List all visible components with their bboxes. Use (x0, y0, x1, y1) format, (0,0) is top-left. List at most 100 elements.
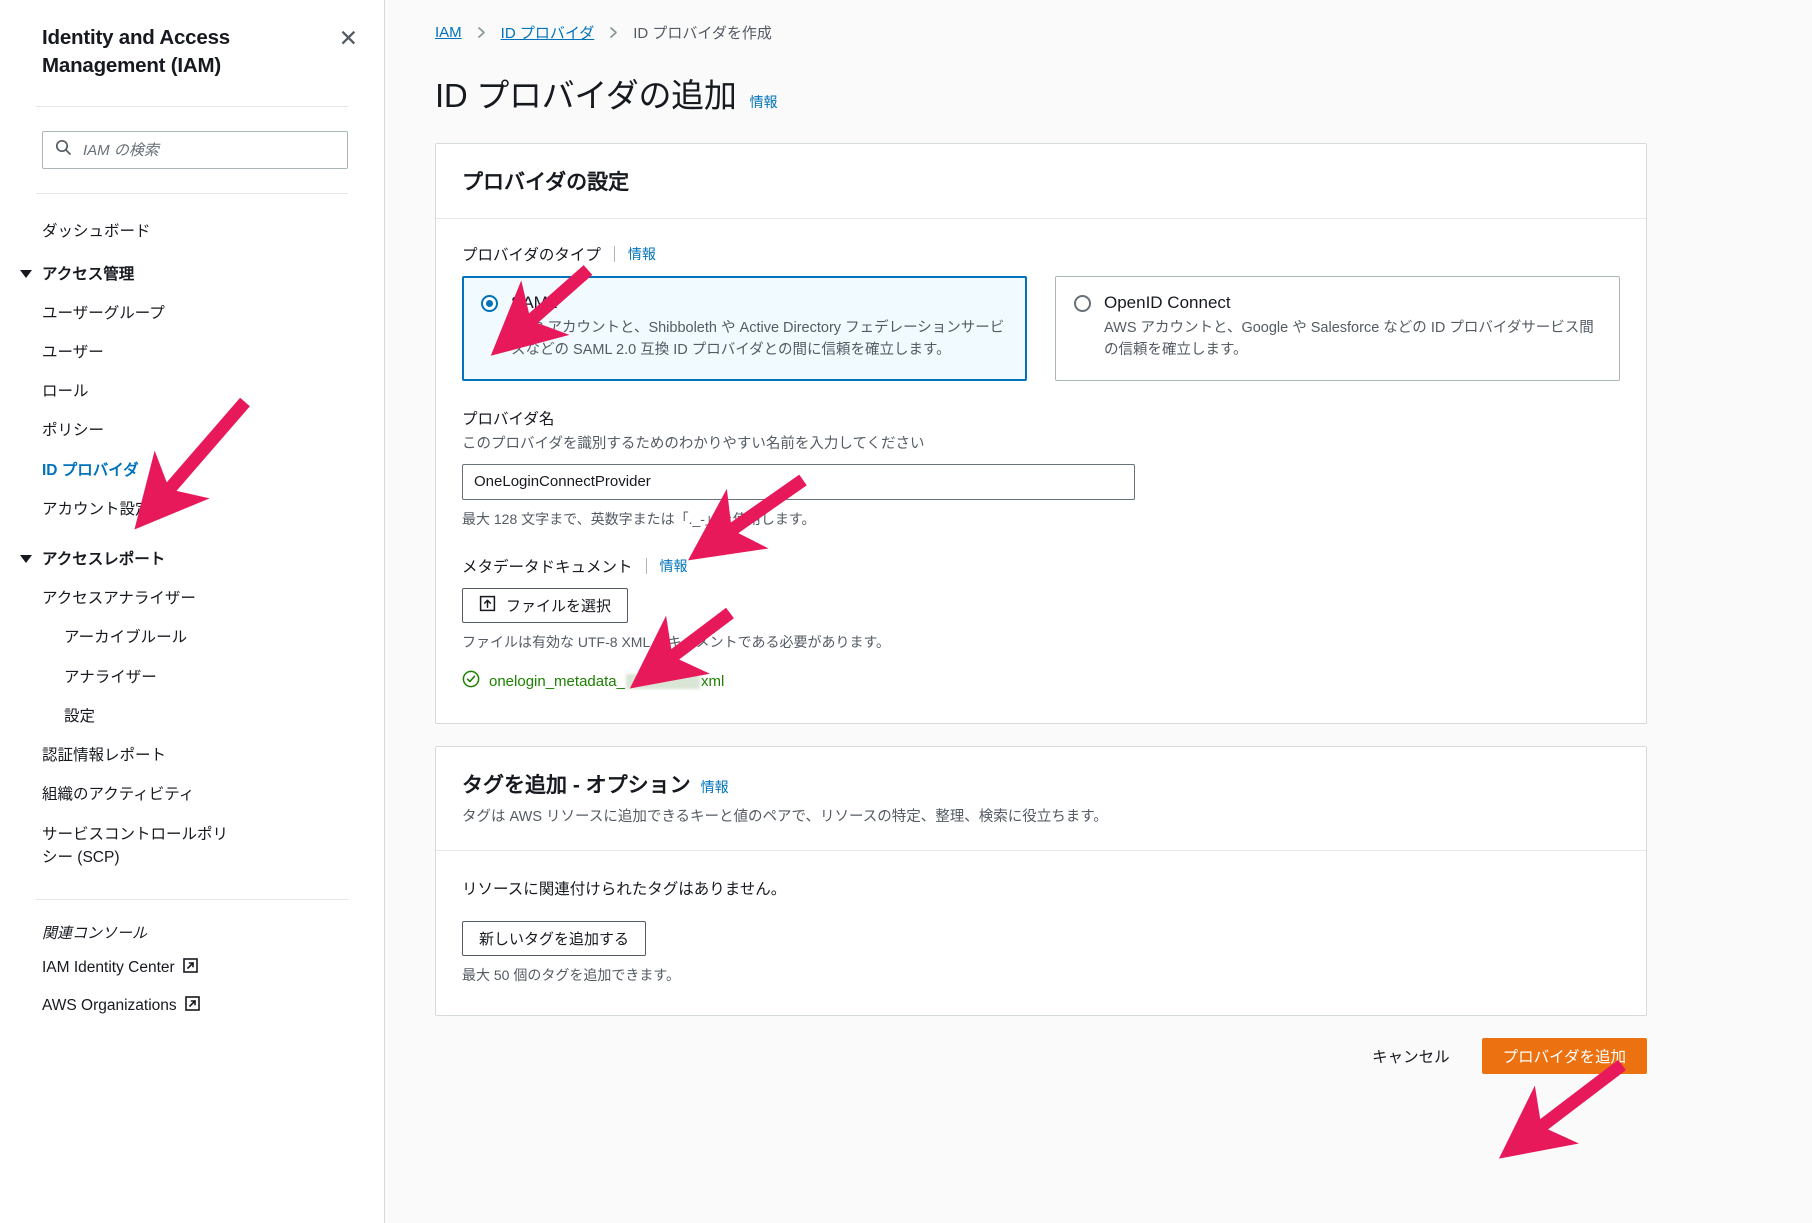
uploaded-file-prefix: onelogin_metadata_ (489, 672, 625, 690)
iam-add-identity-provider-page: Identity and Access Management (IAM) ✕ ダ… (0, 0, 1812, 1223)
breadcrumb-item-iam[interactable]: IAM (435, 24, 462, 41)
sidebar-item-policies[interactable]: ポリシー (0, 411, 384, 450)
sidebar-item-archive-rules[interactable]: アーカイブルール (0, 618, 384, 657)
chevron-down-icon (20, 269, 32, 278)
choose-file-button[interactable]: ファイルを選択 (462, 587, 629, 623)
breadcrumb-item-current: ID プロバイダを作成 (633, 25, 772, 42)
sidebar-item-dashboard[interactable]: ダッシュボード (0, 212, 384, 251)
divider (645, 557, 647, 574)
external-link-icon (184, 996, 200, 1016)
sidebar-item-identity-providers[interactable]: ID プロバイダ (0, 451, 384, 490)
sidebar-item-settings[interactable]: 設定 (0, 697, 384, 736)
sidebar-item-credential-report[interactable]: 認証情報レポート (0, 736, 384, 775)
sidebar-item-organization-activity[interactable]: 組織のアクティビティ (0, 775, 384, 814)
search-input[interactable] (83, 141, 335, 159)
chevron-right-icon (475, 26, 488, 39)
sidebar-nav: ダッシュボード アクセス管理 ユーザーグループ ユーザー ロール ポリシー ID… (0, 194, 384, 877)
oidc-option-header: OpenID Connect (1074, 293, 1601, 313)
metadata-label-row: メタデータドキュメント 情報 (462, 555, 1620, 577)
provider-type-option-oidc[interactable]: OpenID Connect AWS アカウントと、Google や Sales… (1055, 276, 1620, 381)
oidc-option-label: OpenID Connect (1104, 293, 1231, 312)
choose-file-label: ファイルを選択 (506, 597, 612, 615)
provider-name-note: 最大 128 文字まで、英数字または「._-」を使用します。 (462, 510, 816, 527)
oidc-option-description: AWS アカウントと、Google や Salesforce などの ID プロ… (1104, 320, 1594, 358)
search-icon (55, 139, 72, 161)
tags-card-header: タグを追加 - オプション 情報 タグは AWS リソースに追加できるキーと値の… (436, 746, 1646, 851)
metadata-note: ファイルは有効な UTF-8 XML ドキュメントである必要があります。 (462, 633, 891, 650)
sidebar-item-users[interactable]: ユーザー (0, 333, 384, 372)
tags-empty-message: リソースに関連付けられたタグはありません。 (462, 880, 787, 898)
sidebar-header: Identity and Access Management (IAM) ✕ (0, 0, 384, 79)
provider-card-body: プロバイダのタイプ 情報 SAML AWS アカウントと、Shibboleth … (436, 219, 1646, 723)
add-provider-label: プロバイダを追加 (1502, 1048, 1626, 1066)
page-title: ID プロバイダの追加 (435, 77, 737, 114)
page-header: ID プロバイダの追加 情報 (385, 69, 1812, 117)
footer-actions: キャンセル プロバイダを追加 (435, 1037, 1647, 1104)
add-new-tag-label: 新しいタグを追加する (479, 930, 630, 948)
main-content: IAM ID プロバイダ ID プロバイダを作成 ID プロバイダの追加 情報 … (385, 0, 1812, 1223)
sidebar-item-access-analyzer[interactable]: アクセスアナライザー (0, 579, 384, 618)
add-provider-button[interactable]: プロバイダを追加 (1481, 1037, 1647, 1074)
related-consoles-title: 関連コンソール (42, 925, 148, 943)
tags-title-row: タグを追加 - オプション 情報 (462, 769, 1620, 799)
divider (613, 246, 615, 262)
sidebar-group-access-management[interactable]: アクセス管理 (0, 252, 384, 294)
provider-configuration-card: プロバイダの設定 プロバイダのタイプ 情報 SAML AWS アカウントと、Sh… (435, 143, 1647, 724)
metadata-document-field: メタデータドキュメント 情報 ファイルを選択 ファイルは有効な UTF-8 XM… (462, 555, 1620, 693)
tags-card-body: リソースに関連付けられたタグはありません。 新しいタグを追加する 最大 50 個… (436, 851, 1646, 1015)
sidebar-item-analyzers[interactable]: アナライザー (0, 658, 384, 697)
sidebar-title: Identity and Access Management (IAM) (42, 26, 230, 77)
cancel-button[interactable]: キャンセル (1358, 1038, 1464, 1074)
search-box[interactable] (42, 131, 348, 170)
provider-name-hint: このプロバイダを識別するためのわかりやすい名前を入力してください (462, 435, 925, 452)
provider-name-input[interactable] (462, 463, 1135, 500)
tags-limit-note: 最大 50 個のタグを追加できます。 (462, 966, 680, 983)
metadata-label: メタデータドキュメント (462, 558, 633, 576)
metadata-info-link[interactable]: 情報 (660, 556, 688, 576)
upload-icon (479, 595, 496, 616)
tags-info-link[interactable]: 情報 (701, 777, 729, 797)
tags-card: タグを追加 - オプション 情報 タグは AWS リソースに追加できるキーと値の… (435, 745, 1647, 1016)
tags-card-description: タグは AWS リソースに追加できるキーと値のペアで、リソースの特定、整理、検索… (462, 808, 1108, 825)
external-link-icon (182, 958, 198, 978)
provider-type-label: プロバイダのタイプ (462, 247, 601, 264)
saml-option-description: AWS アカウントと、Shibboleth や Active Directory… (511, 320, 1005, 358)
provider-card-header: プロバイダの設定 (436, 144, 1646, 219)
sidebar-search-wrapper (0, 107, 384, 170)
page-info-link[interactable]: 情報 (750, 92, 778, 112)
sidebar-item-roles[interactable]: ロール (0, 372, 384, 411)
oidc-radio-button[interactable] (1074, 294, 1091, 312)
close-icon[interactable]: ✕ (339, 27, 358, 50)
sidebar-item-service-control-policies[interactable]: サービスコントロールポリシー (SCP) (0, 815, 250, 878)
sidebar: Identity and Access Management (IAM) ✕ ダ… (0, 0, 385, 1223)
provider-type-label-row: プロバイダのタイプ 情報 (462, 243, 1620, 265)
sidebar-item-iam-identity-center[interactable]: IAM Identity Center (0, 949, 384, 987)
saml-option-label: SAML (511, 293, 558, 312)
sidebar-group-access-reports[interactable]: アクセスレポート (0, 537, 384, 579)
tags-card-title: タグを追加 - オプション (462, 773, 691, 797)
provider-card-title: プロバイダの設定 (462, 171, 630, 194)
breadcrumb: IAM ID プロバイダ ID プロバイダを作成 (385, 22, 1812, 43)
sidebar-item-user-groups[interactable]: ユーザーグループ (0, 294, 384, 333)
sidebar-group-label: アクセス管理 (42, 265, 135, 283)
sidebar-group-label: アクセスレポート (42, 551, 166, 569)
add-new-tag-button[interactable]: 新しいタグを追加する (462, 920, 647, 956)
uploaded-file-row: onelogin_metadata_ xml (462, 670, 1620, 693)
breadcrumb-item-identity-providers[interactable]: ID プロバイダ (501, 22, 595, 43)
check-circle-icon (462, 670, 480, 693)
saml-option-header: SAML (481, 293, 1008, 313)
provider-type-options: SAML AWS アカウントと、Shibboleth や Active Dire… (462, 276, 1620, 381)
saml-radio-button[interactable] (481, 294, 498, 312)
chevron-right-icon (607, 26, 620, 39)
uploaded-file-suffix: xml (700, 672, 725, 690)
sidebar-item-account-settings[interactable]: アカウント設定 (0, 490, 384, 529)
sidebar-item-aws-organizations[interactable]: AWS Organizations (0, 987, 384, 1025)
redacted-text (625, 674, 700, 690)
provider-name-field: プロバイダ名 このプロバイダを識別するためのわかりやすい名前を入力してください … (462, 407, 1620, 529)
provider-type-option-saml[interactable]: SAML AWS アカウントと、Shibboleth や Active Dire… (462, 276, 1027, 381)
uploaded-file-name: onelogin_metadata_ xml (489, 673, 724, 690)
chevron-down-icon (20, 555, 32, 564)
provider-type-info-link[interactable]: 情報 (628, 244, 656, 264)
provider-name-label: プロバイダ名 (462, 410, 555, 428)
related-console-label: IAM Identity Center (42, 959, 175, 977)
